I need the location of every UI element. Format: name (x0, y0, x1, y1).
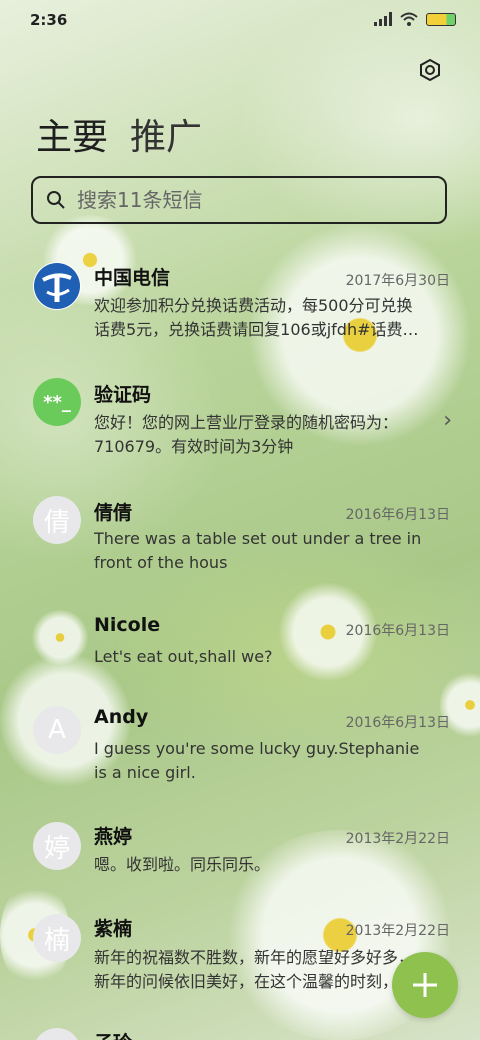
conversation-item[interactable]: 倩 倩倩 2016年6月13日 There was a table set ou… (0, 496, 480, 596)
message-preview: 您好！您的网上营业厅登录的随机密码为： 710679。有效时间为3分钟 (94, 413, 399, 456)
contact-name: 中国电信 (94, 267, 171, 289)
plus-icon (413, 973, 437, 997)
search-input[interactable] (75, 187, 419, 213)
status-time: 2:36 (30, 11, 68, 29)
message-preview: There was a table set out under a tree i… (94, 529, 422, 572)
contact-name: 倩倩 (94, 502, 133, 524)
message-preview: I guess you're some lucky guy.Stephanie … (94, 739, 420, 782)
message-date: 2013年2月22日 (345, 831, 450, 847)
avatar-text: **_ (43, 391, 71, 413)
message-preview: 嗯。收到啦。同乐同乐。 (94, 855, 271, 874)
message-date: 2016年6月13日 (345, 715, 450, 731)
message-date: 2013年2月22日 (345, 923, 450, 939)
avatar-text: 楠 (43, 925, 70, 956)
avatar: 婷 (33, 822, 81, 870)
tab-main[interactable]: 主要 (36, 108, 108, 160)
signal-icon (374, 12, 392, 26)
avatar (33, 1028, 81, 1040)
avatar: **_ (33, 378, 81, 426)
tab-bar: 主要 推广 (36, 108, 202, 160)
new-message-button[interactable] (392, 952, 458, 1018)
search-icon (47, 191, 65, 209)
conversation-item[interactable]: 婷 燕婷 2013年2月22日 嗯。收到啦。同乐同乐。 (0, 822, 480, 922)
conversation-item[interactable]: 子玲 (0, 1028, 480, 1040)
avatar-text: 婷 (43, 833, 70, 864)
settings-hexagon-icon[interactable] (418, 58, 442, 82)
china-telecom-logo-icon (34, 263, 80, 309)
contact-name: 验证码 (94, 384, 152, 406)
contact-name: 子玲 (94, 1028, 132, 1040)
message-date: 2016年6月13日 (345, 623, 450, 639)
status-bar: 2:36 (0, 0, 480, 40)
message-preview: 欢迎参加积分兑换话费活动，每500分可兑换 话费5元，兑换话费请回复106或jf… (94, 296, 419, 339)
tab-promotions[interactable]: 推广 (130, 108, 202, 160)
avatar: 倩 (33, 496, 81, 544)
system-icons (374, 12, 456, 26)
contact-name: Andy (94, 706, 149, 728)
message-date: 2017年6月30日 (345, 273, 450, 289)
wifi-icon (400, 12, 418, 26)
avatar-text: A (48, 715, 66, 745)
avatar (33, 262, 81, 310)
avatar: A (33, 706, 81, 754)
search-bar[interactable] (31, 176, 447, 224)
contact-name: 紫楠 (94, 918, 133, 940)
avatar-text: 倩 (43, 507, 70, 538)
contact-name: 燕婷 (94, 826, 133, 848)
message-date: 2016年6月13日 (345, 507, 450, 523)
conversation-item[interactable]: 中国电信 2017年6月30日 欢迎参加积分兑换话费活动，每500分可兑换 话费… (0, 260, 480, 360)
conversation-item[interactable]: **_ 验证码 您好！您的网上营业厅登录的随机密码为： 710679。有效时间为… (0, 378, 480, 478)
message-preview: Let's eat out,shall we? (94, 647, 273, 666)
chevron-right-icon[interactable]: › (443, 408, 452, 433)
conversation-item[interactable]: A Andy 2016年6月13日 I guess you're some lu… (0, 706, 480, 806)
avatar: 楠 (33, 914, 81, 962)
battery-icon (426, 12, 456, 26)
conversation-item[interactable]: Nicole 2016年6月13日 Let's eat out,shall we… (0, 612, 480, 712)
contact-name: Nicole (94, 614, 161, 636)
